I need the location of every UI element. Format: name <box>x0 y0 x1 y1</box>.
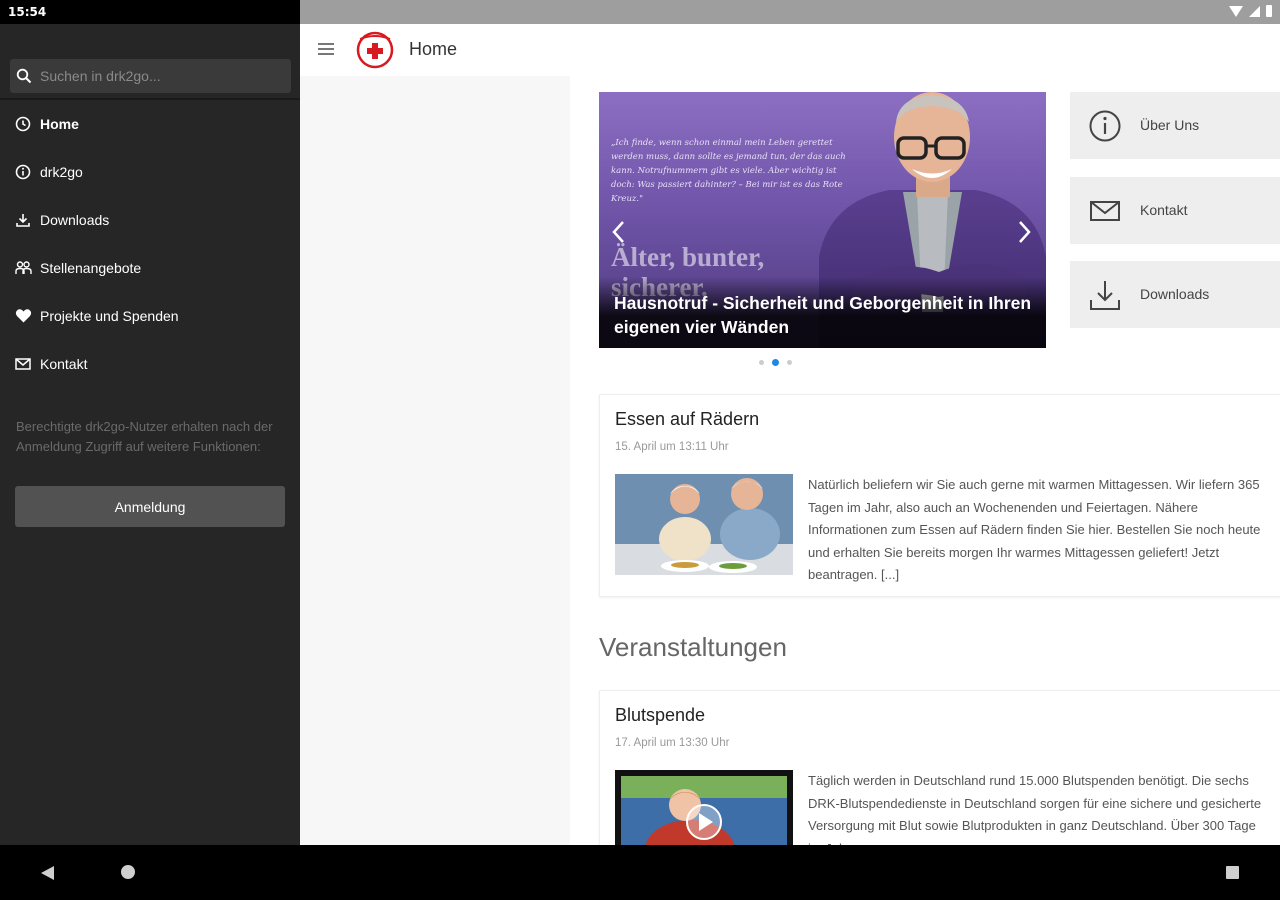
carousel-dot[interactable] <box>759 360 764 365</box>
nav-item-label: Home <box>40 116 79 132</box>
status-time: 15:54 <box>8 5 47 19</box>
tile-downloads[interactable]: Downloads <box>1070 261 1280 328</box>
drawer-nav-list: Home drk2go Downloads Stellenangebote Pr… <box>0 100 300 388</box>
news-text: Natürlich beliefern wir Sie auch gerne m… <box>808 477 1261 582</box>
search-input[interactable] <box>40 68 270 84</box>
news-image <box>615 474 793 575</box>
nav-item-label: Downloads <box>40 212 110 228</box>
carousel-dot-active[interactable] <box>772 359 779 366</box>
nav-item-label: Projekte und Spenden <box>40 308 179 324</box>
news-date: 15. April um 13:11 Uhr <box>615 441 729 453</box>
tile-kontakt[interactable]: Kontakt <box>1070 177 1280 244</box>
nav-item-stellenangebote[interactable]: Stellenangebote <box>0 244 300 292</box>
content-area: „Ich finde, wenn schon einmal mein Leben… <box>570 76 1280 845</box>
download-tray-icon <box>1090 281 1120 310</box>
nav-item-downloads[interactable]: Downloads <box>0 196 300 244</box>
mail-icon <box>14 355 32 373</box>
info-circle-icon <box>1089 110 1121 142</box>
nav-item-label: Kontakt <box>40 356 88 372</box>
tile-label: Kontakt <box>1140 202 1188 218</box>
tile-ueber-uns[interactable]: Über Uns <box>1070 92 1280 159</box>
carousel-indicator <box>759 359 792 366</box>
heart-icon <box>14 307 32 325</box>
status-bar: 15:54 <box>0 0 1280 24</box>
status-icons <box>1229 5 1272 17</box>
carousel-caption: Hausnotruf - Sicherheit und Geborgenheit… <box>614 293 1032 337</box>
news-card[interactable]: Essen auf Rädern 15. April um 13:11 Uhr … <box>599 394 1280 597</box>
carousel-dot[interactable] <box>787 360 792 365</box>
nav-item-kontakt[interactable]: Kontakt <box>0 340 300 388</box>
events-section-title: Veranstaltungen <box>599 632 787 662</box>
system-nav-bar <box>0 845 1280 900</box>
nav-item-label: Stellenangebote <box>40 260 142 276</box>
navigation-drawer: Home drk2go Downloads Stellenangebote Pr… <box>0 24 300 845</box>
page-title: Home <box>409 39 458 59</box>
status-bar-left: 15:54 <box>0 0 300 24</box>
app-toolbar: Home <box>300 24 1280 76</box>
event-date: 17. April um 13:30 Uhr <box>615 737 730 749</box>
people-icon <box>14 259 32 277</box>
back-icon[interactable] <box>41 866 54 880</box>
chevron-right-icon[interactable] <box>1014 217 1034 247</box>
event-video-thumbnail[interactable] <box>615 770 793 845</box>
left-pane <box>300 76 570 845</box>
nav-item-label: drk2go <box>40 164 83 180</box>
login-hint: Berechtigte drk2go-Nutzer erhalten nach … <box>16 419 273 454</box>
wifi-icon <box>1229 5 1243 17</box>
nav-item-projekte[interactable]: Projekte und Spenden <box>0 292 300 340</box>
status-bar-right <box>300 0 1280 24</box>
battery-icon <box>1266 5 1272 17</box>
signal-icon <box>1249 5 1260 17</box>
carousel-quote: „Ich finde, wenn schon einmal mein Leben… <box>611 138 846 204</box>
hero-carousel[interactable]: „Ich finde, wenn schon einmal mein Leben… <box>599 92 1046 348</box>
app-main: Home „Ich finde, wenn schon einmal mein … <box>300 24 1280 845</box>
tile-label: Downloads <box>1140 286 1210 302</box>
tile-label: Über Uns <box>1140 117 1200 133</box>
chevron-left-icon[interactable] <box>609 217 629 247</box>
event-card[interactable]: Blutspende 17. April um 13:30 Uhr Täglic… <box>599 690 1280 845</box>
drawer-search[interactable] <box>10 59 291 93</box>
nav-item-home[interactable]: Home <box>0 100 300 148</box>
event-title: Blutspende <box>615 705 706 725</box>
nav-item-drk2go[interactable]: drk2go <box>0 148 300 196</box>
info-icon <box>14 163 32 181</box>
home-icon[interactable] <box>121 865 135 879</box>
download-icon <box>14 211 32 229</box>
envelope-icon <box>1090 201 1120 221</box>
recents-icon[interactable] <box>1226 866 1239 879</box>
news-title: Essen auf Rädern <box>615 409 760 429</box>
red-cross-logo <box>356 31 394 69</box>
event-text: Täglich werden in Deutschland rund 15.00… <box>808 773 1262 845</box>
login-button[interactable]: Anmeldung <box>15 486 285 527</box>
clock-icon <box>14 115 32 133</box>
search-icon <box>16 68 32 84</box>
hamburger-icon[interactable] <box>318 43 334 57</box>
